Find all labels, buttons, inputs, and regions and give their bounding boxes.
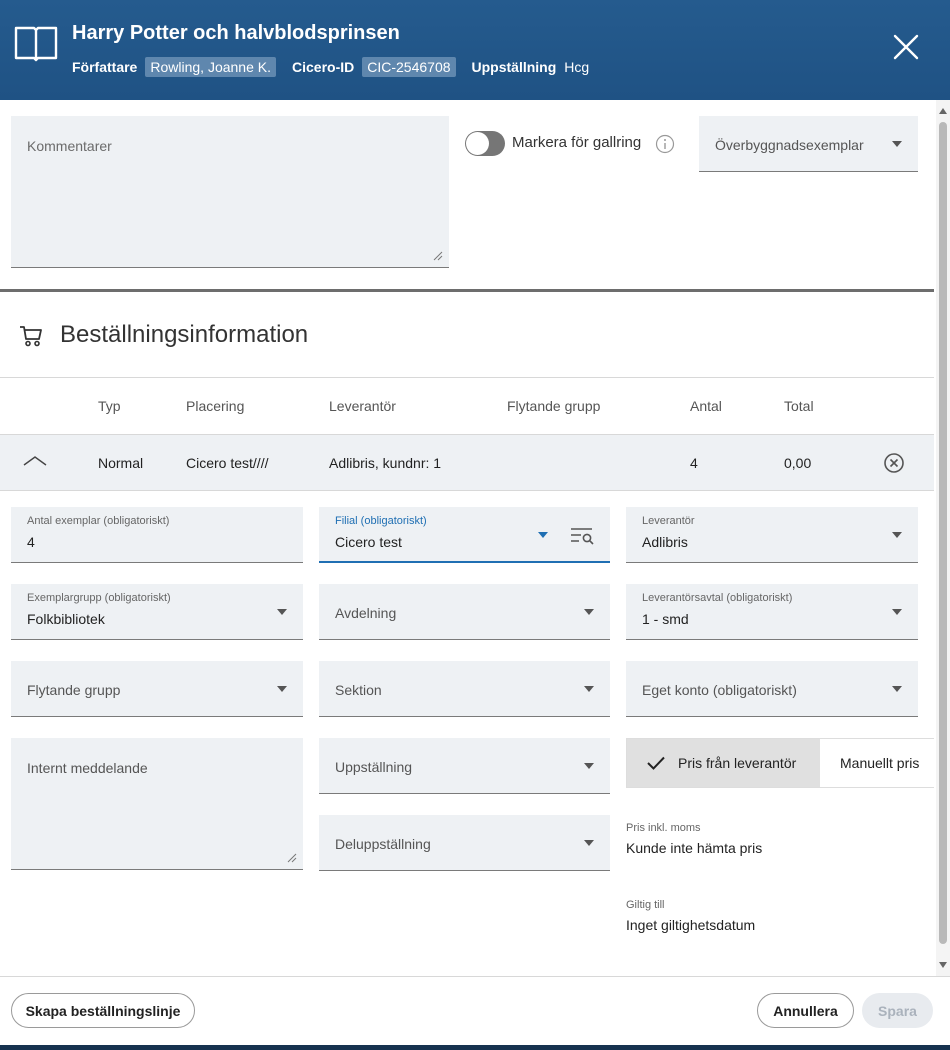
- copies-label: Antal exemplar (obligatoriskt): [27, 515, 170, 527]
- section-placeholder: Sektion: [335, 682, 382, 698]
- scroll-up-icon[interactable]: [939, 108, 947, 114]
- bottom-bar: [0, 1045, 950, 1050]
- author-value: Rowling, Joanne K.: [145, 57, 276, 77]
- row-total: 0,00: [784, 455, 812, 471]
- price-source-toggle: Pris från leverantör Manuellt pris: [626, 738, 934, 788]
- resize-handle-icon[interactable]: [433, 251, 443, 261]
- info-icon[interactable]: [655, 134, 675, 154]
- row-supplier: Adlibris, kundnr: 1: [329, 455, 442, 471]
- sub-shelving-select[interactable]: Deluppställning: [319, 815, 610, 871]
- column-header-type: Typ: [98, 398, 121, 414]
- section-title: Beställningsinformation: [60, 321, 309, 348]
- copies-field[interactable]: Antal exemplar (obligatoriskt) 4: [11, 507, 303, 563]
- chevron-down-icon: [277, 609, 287, 615]
- superstructure-select[interactable]: Överbyggnadsexemplar: [699, 116, 918, 172]
- title-meta: Författare Rowling, Joanne K. Cicero-ID …: [72, 57, 605, 77]
- valid-until-value: Inget giltighetsdatum: [626, 917, 756, 933]
- chevron-down-icon: [892, 532, 902, 538]
- scrollbar-thumb[interactable]: [939, 122, 947, 944]
- copies-value: 4: [27, 534, 35, 550]
- scroll-down-icon[interactable]: [939, 962, 947, 968]
- shelving-label: Uppställning: [471, 59, 557, 75]
- chevron-down-icon: [892, 609, 902, 615]
- internal-message-textarea[interactable]: Internt meddelande: [11, 738, 303, 870]
- column-header-floating-group: Flytande grupp: [507, 398, 601, 414]
- section-divider: [0, 289, 934, 292]
- copy-group-label: Exemplargrupp (obligatoriskt): [27, 592, 171, 604]
- floating-group-select[interactable]: Flytande grupp: [11, 661, 303, 717]
- remove-row-icon[interactable]: [883, 452, 905, 474]
- cancel-button[interactable]: Annullera: [757, 993, 854, 1028]
- scrollbar[interactable]: [936, 100, 950, 976]
- weed-toggle-label: Markera för gallring: [512, 134, 642, 151]
- comments-placeholder: Kommentarer: [27, 138, 112, 154]
- chevron-down-icon: [584, 840, 594, 846]
- cicero-id-label: Cicero-ID: [292, 59, 355, 75]
- author-label: Författare: [72, 59, 138, 75]
- cart-icon: [20, 326, 42, 347]
- footer-divider: [0, 976, 950, 977]
- column-header-supplier: Leverantör: [329, 398, 396, 414]
- copy-group-value: Folkbibliotek: [27, 611, 105, 627]
- supplier-agreement-value: 1 - smd: [642, 611, 689, 627]
- price-incl-vat-value: Kunde inte hämta pris: [626, 840, 763, 856]
- close-icon[interactable]: [892, 33, 920, 61]
- internal-message-placeholder: Internt meddelande: [27, 760, 148, 776]
- own-account-placeholder: Eget konto (obligatoriskt): [642, 682, 797, 698]
- floating-group-placeholder: Flytande grupp: [27, 682, 121, 698]
- valid-until-label: Giltig till: [626, 899, 665, 911]
- resize-handle-icon[interactable]: [287, 853, 297, 863]
- column-header-total: Total: [784, 398, 814, 414]
- shelving-placeholder: Uppställning: [335, 759, 413, 775]
- page-title: Harry Potter och halvblodsprinsen: [72, 22, 400, 44]
- search-list-icon[interactable]: [570, 527, 596, 545]
- column-header-placement: Placering: [186, 398, 245, 414]
- chevron-down-icon: [538, 532, 548, 538]
- row-count: 4: [690, 455, 698, 471]
- column-header-count: Antal: [690, 398, 722, 414]
- toggle-knob: [466, 132, 489, 155]
- manual-price-option[interactable]: Manuellt pris: [820, 739, 934, 787]
- supplier-agreement-label: Leverantörsavtal (obligatoriskt): [642, 592, 793, 604]
- branch-label: Filial (obligatoriskt): [335, 515, 427, 527]
- cicero-id-value: CIC-2546708: [362, 57, 456, 77]
- book-icon: [14, 26, 58, 62]
- create-order-line-button[interactable]: Skapa beställningslinje: [11, 993, 195, 1028]
- chevron-down-icon: [584, 686, 594, 692]
- row-placement: Cicero test////: [186, 455, 269, 471]
- chevron-down-icon: [892, 141, 902, 147]
- save-button[interactable]: Spara: [862, 993, 933, 1028]
- check-icon: [647, 756, 665, 770]
- table-row[interactable]: Normal Cicero test//// Adlibris, kundnr:…: [0, 434, 934, 491]
- superstructure-select-value: Överbyggnadsexemplar: [715, 137, 864, 153]
- dialog-header: Harry Potter och halvblodsprinsen Förfat…: [0, 0, 950, 100]
- department-select[interactable]: Avdelning: [319, 584, 610, 640]
- row-type: Normal: [98, 455, 144, 471]
- price-from-supplier-option[interactable]: Pris från leverantör: [627, 739, 820, 787]
- chevron-down-icon: [277, 686, 287, 692]
- weed-toggle[interactable]: [465, 131, 505, 156]
- price-incl-vat-label: Pris inkl. moms: [626, 822, 701, 834]
- supplier-value: Adlibris: [642, 534, 688, 550]
- department-placeholder: Avdelning: [335, 605, 397, 621]
- price-from-supplier-label: Pris från leverantör: [678, 755, 797, 771]
- chevron-up-icon[interactable]: [22, 453, 48, 469]
- own-account-select[interactable]: Eget konto (obligatoriskt): [626, 661, 918, 717]
- branch-select[interactable]: Filial (obligatoriskt) Cicero test: [319, 507, 610, 563]
- sub-shelving-placeholder: Deluppställning: [335, 836, 431, 852]
- shelving-value: Hcg: [564, 59, 590, 75]
- supplier-label: Leverantör: [642, 515, 695, 527]
- section-select[interactable]: Sektion: [319, 661, 610, 717]
- chevron-down-icon: [892, 686, 902, 692]
- divider: [0, 377, 934, 378]
- supplier-select[interactable]: Leverantör Adlibris: [626, 507, 918, 563]
- branch-value: Cicero test: [335, 534, 402, 550]
- copy-group-select[interactable]: Exemplargrupp (obligatoriskt) Folkbiblio…: [11, 584, 303, 640]
- supplier-agreement-select[interactable]: Leverantörsavtal (obligatoriskt) 1 - smd: [626, 584, 918, 640]
- manual-price-label: Manuellt pris: [840, 755, 920, 771]
- chevron-down-icon: [584, 763, 594, 769]
- shelving-select[interactable]: Uppställning: [319, 738, 610, 794]
- chevron-down-icon: [584, 609, 594, 615]
- comments-textarea[interactable]: Kommentarer: [11, 116, 449, 268]
